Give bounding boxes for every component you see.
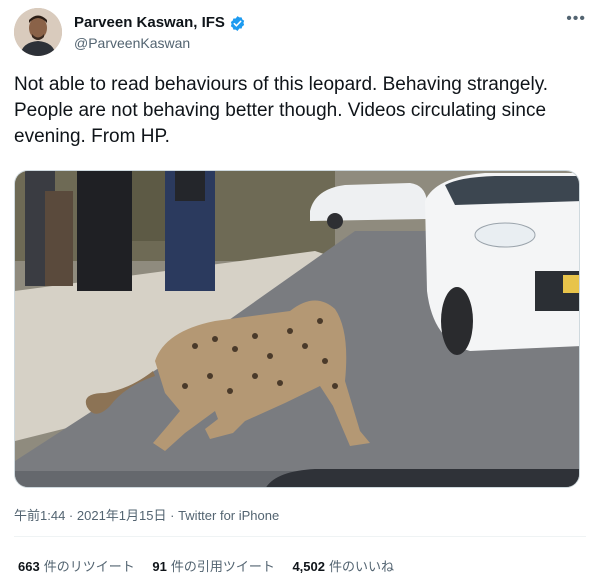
likes-stat[interactable]: 4,502 件のいいね: [292, 556, 394, 575]
tweet-video[interactable]: [14, 170, 580, 488]
meta-separator: ·: [166, 508, 179, 523]
likes-label: 件のいいね: [329, 559, 395, 574]
quote-tweets-stat[interactable]: 91 件の引用ツイート: [152, 556, 274, 575]
divider: [14, 536, 586, 537]
author-avatar[interactable]: [14, 8, 62, 56]
verified-badge-icon: [230, 15, 245, 31]
author-display-name-row[interactable]: Parveen Kaswan, IFS: [74, 14, 246, 32]
quote-tweets-label: 件の引用ツイート: [170, 559, 275, 574]
tweet-text: Not able to read behaviours of this leop…: [14, 74, 549, 147]
tweet-source[interactable]: Twitter for iPhone: [178, 508, 279, 523]
likes-count: 4,502: [292, 559, 325, 574]
tweet-time[interactable]: 午前1:44: [14, 508, 65, 523]
retweets-label: 件のリツイート: [43, 559, 135, 574]
tweet-header: Parveen Kaswan, IFS @ParveenKaswan •••: [14, 8, 586, 58]
tweet-card: Parveen Kaswan, IFS @ParveenKaswan ••• N…: [0, 0, 600, 584]
more-options-icon[interactable]: •••: [566, 10, 586, 28]
author-display-name[interactable]: Parveen Kaswan, IFS: [74, 14, 225, 32]
author-names: Parveen Kaswan, IFS @ParveenKaswan: [74, 14, 246, 52]
author-handle[interactable]: @ParveenKaswan: [74, 34, 246, 52]
tweet-meta: 午前1:44 · 2021年1月15日 · Twitter for iPhone: [14, 505, 279, 524]
meta-separator: ·: [65, 508, 77, 523]
quote-tweets-count: 91: [152, 559, 167, 574]
video-frame-leopard: [15, 171, 579, 487]
retweets-count: 663: [18, 559, 40, 574]
retweets-stat[interactable]: 663 件のリツイート: [18, 556, 135, 575]
tweet-stats: 663 件のリツイート 91 件の引用ツイート 4,502 件のいいね: [18, 556, 408, 575]
tweet-date[interactable]: 2021年1月15日: [77, 508, 167, 523]
